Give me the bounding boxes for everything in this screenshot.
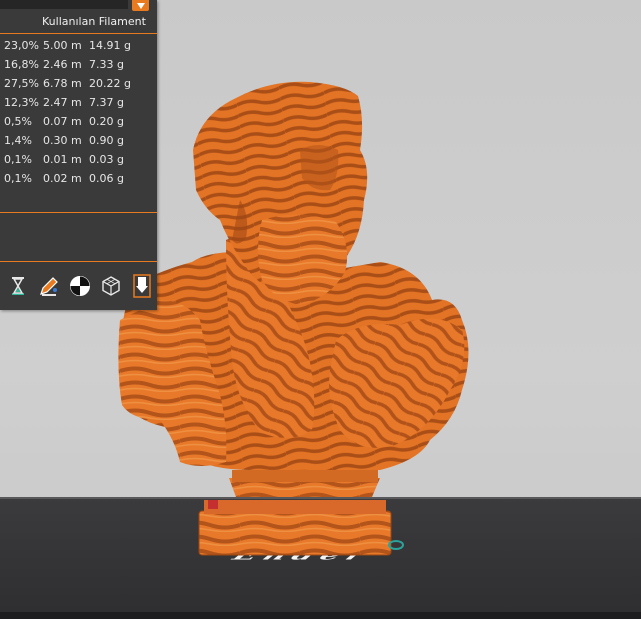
weight-value: 0.90 g <box>89 134 124 147</box>
stats-row: 0,1% 0.02 m 0.06 g <box>0 170 157 189</box>
length-value: 0.02 m <box>43 172 82 185</box>
weight-value: 0.03 g <box>89 153 124 166</box>
view-cube-button[interactable] <box>99 273 123 299</box>
length-value: 5.00 m <box>43 39 82 52</box>
divider <box>0 261 157 262</box>
stats-row: 16,8% 2.46 m 7.33 g <box>0 56 157 75</box>
column-header-filament-used: Kullanılan Filament <box>42 15 146 28</box>
panel-toolbar <box>6 273 154 301</box>
length-value: 0.07 m <box>43 115 82 128</box>
export-button[interactable] <box>130 273 154 299</box>
percent-value: 27,5% <box>4 77 39 90</box>
weight-value: 0.20 g <box>89 115 124 128</box>
color-wheel-icon <box>70 276 90 296</box>
chevron-down-icon <box>136 2 145 9</box>
stats-row: 27,5% 6.78 m 20.22 g <box>0 75 157 94</box>
cube-wireframe-icon <box>102 276 120 296</box>
hourglass-button[interactable] <box>6 273 30 299</box>
percent-value: 16,8% <box>4 58 39 71</box>
percent-value: 1,4% <box>4 134 32 147</box>
filament-stats-list: 23,0% 5.00 m 14.91 g 16,8% 2.46 m 7.33 g… <box>0 37 157 189</box>
length-value: 2.46 m <box>43 58 82 71</box>
divider <box>0 33 157 34</box>
pencil-edit-icon <box>40 277 58 296</box>
panel-header-bar <box>0 0 128 9</box>
export-icon <box>133 274 151 298</box>
edit-button[interactable] <box>37 273 61 299</box>
length-value: 6.78 m <box>43 77 82 90</box>
length-value: 0.01 m <box>43 153 82 166</box>
stats-row: 23,0% 5.00 m 14.91 g <box>0 37 157 56</box>
percent-value: 0,1% <box>4 172 32 185</box>
stats-row: 1,4% 0.30 m 0.90 g <box>0 132 157 151</box>
weight-value: 7.33 g <box>89 58 124 71</box>
panel-dropdown-button[interactable] <box>132 0 149 11</box>
length-value: 2.47 m <box>43 96 82 109</box>
percent-value: 23,0% <box>4 39 39 52</box>
stats-row: 12,3% 2.47 m 7.37 g <box>0 94 157 113</box>
stats-row: 0,5% 0.07 m 0.20 g <box>0 113 157 132</box>
weight-value: 7.37 g <box>89 96 124 109</box>
weight-value: 20.22 g <box>89 77 131 90</box>
percent-value: 0,5% <box>4 115 32 128</box>
weight-value: 0.06 g <box>89 172 124 185</box>
stats-row: 0,1% 0.01 m 0.03 g <box>0 151 157 170</box>
percent-value: 12,3% <box>4 96 39 109</box>
color-button[interactable] <box>68 273 92 299</box>
filament-usage-panel: Kullanılan Filament 23,0% 5.00 m 14.91 g… <box>0 0 157 310</box>
hourglass-icon <box>12 277 24 295</box>
divider <box>0 212 157 213</box>
percent-value: 0,1% <box>4 153 32 166</box>
length-value: 0.30 m <box>43 134 82 147</box>
weight-value: 14.91 g <box>89 39 131 52</box>
